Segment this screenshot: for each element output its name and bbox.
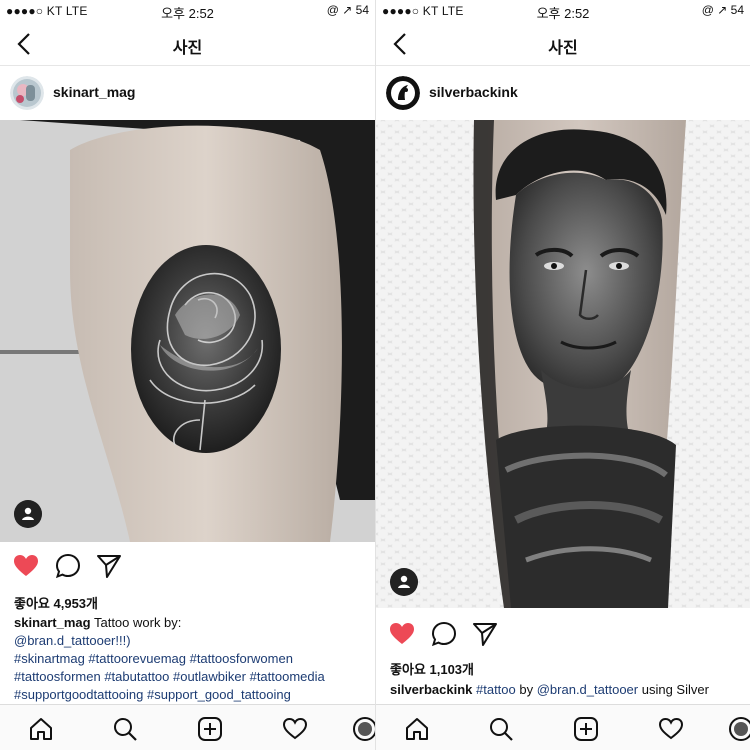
add-icon[interactable] xyxy=(573,716,599,742)
profile-icon[interactable] xyxy=(728,716,750,742)
post-header: silverbackink xyxy=(376,66,750,120)
send-icon[interactable] xyxy=(471,620,499,648)
send-icon[interactable] xyxy=(95,552,123,580)
like-count: 좋아요 4,953개 xyxy=(14,596,98,611)
post-username[interactable]: silverbackink xyxy=(429,84,518,100)
post-username[interactable]: skinart_mag xyxy=(53,84,135,100)
caption-mention[interactable]: @bran.d_tattooer!!!) xyxy=(14,633,131,648)
right-post-screen: ●●●●○ KT LTE 오후 2:52 @ ↗ 54 사진 silverbac… xyxy=(375,0,750,750)
caption-username[interactable]: silverbackink xyxy=(390,682,472,697)
hashtag-line[interactable]: #tattoosformen #tabutattoo #outlawbiker … xyxy=(14,668,325,686)
status-bar: ●●●●○ KT LTE 오후 2:52 @ ↗ 54 xyxy=(376,0,750,22)
post-header: skinart_mag xyxy=(0,66,375,120)
post-caption: silverbackink #tattoo by @bran.d_tattooe… xyxy=(390,681,709,699)
heart-outline-icon[interactable] xyxy=(282,716,308,742)
status-time: 오후 2:52 xyxy=(536,6,590,21)
status-time: 오후 2:52 xyxy=(161,6,214,21)
heart-icon[interactable] xyxy=(12,552,40,580)
comment-icon[interactable] xyxy=(430,620,458,648)
nav-bar: 사진 xyxy=(0,22,375,66)
add-icon[interactable] xyxy=(197,716,223,742)
left-post-screen: ●●●●○ KT LTE 오후 2:52 @ ↗ 54 사진 skinart_m… xyxy=(0,0,375,750)
status-indicators: @ ↗ 54 xyxy=(326,3,369,17)
heart-outline-icon[interactable] xyxy=(658,716,684,742)
caption-username[interactable]: skinart_mag xyxy=(14,615,91,630)
nav-bar: 사진 xyxy=(376,22,750,66)
avatar[interactable] xyxy=(386,76,420,110)
home-icon[interactable] xyxy=(28,716,54,742)
avatar[interactable] xyxy=(10,76,44,110)
caption-text: Tattoo work by: xyxy=(90,615,182,630)
status-bar: ●●●●○ KT LTE 오후 2:52 @ ↗ 54 xyxy=(0,0,375,22)
page-title: 사진 xyxy=(548,40,578,57)
caption-hashtag[interactable]: #tattoo xyxy=(472,682,516,697)
post-actions xyxy=(0,544,375,588)
search-icon[interactable] xyxy=(112,716,138,742)
status-indicators: @ ↗ 54 xyxy=(701,3,744,17)
home-icon[interactable] xyxy=(404,716,430,742)
post-caption: skinart_mag Tattoo work by: @bran.d_tatt… xyxy=(14,614,325,704)
caption-mention[interactable]: @bran.d_tattooer xyxy=(537,682,638,697)
post-photo[interactable] xyxy=(0,120,375,542)
post-photo[interactable] xyxy=(376,120,750,608)
hashtag-line[interactable]: #supportgoodtattooing #support_good_tatt… xyxy=(14,686,325,704)
bottom-tab-bar xyxy=(376,704,750,750)
search-icon[interactable] xyxy=(488,716,514,742)
like-count: 좋아요 1,103개 xyxy=(390,662,474,677)
heart-icon[interactable] xyxy=(388,620,416,648)
caption-text: using Silver xyxy=(638,682,709,697)
person-tag-icon[interactable] xyxy=(390,568,418,596)
caption-by: by xyxy=(515,682,537,697)
bottom-tab-bar xyxy=(0,704,375,750)
hashtag-line[interactable]: #skinartmag #tattoorevuemag #tattoosforw… xyxy=(14,650,325,668)
post-actions xyxy=(376,612,750,656)
comment-icon[interactable] xyxy=(54,552,82,580)
profile-icon[interactable] xyxy=(352,716,375,742)
page-title: 사진 xyxy=(172,40,203,57)
person-tag-icon[interactable] xyxy=(14,500,42,528)
